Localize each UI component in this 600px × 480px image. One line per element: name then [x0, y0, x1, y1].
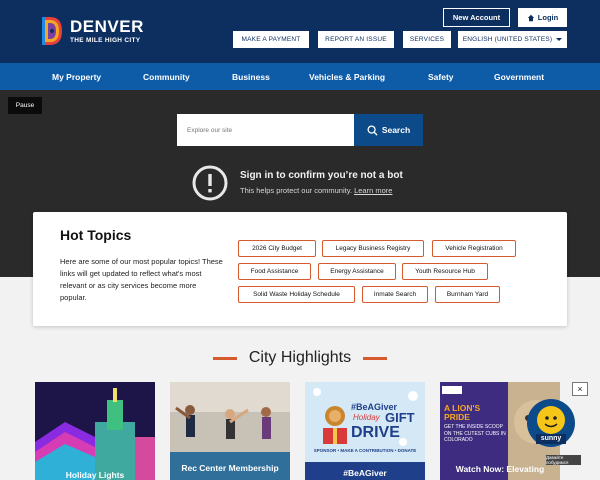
topic-chip[interactable]: Inmate Search — [362, 286, 428, 303]
bot-check-text: This helps protect our community. — [240, 186, 352, 195]
nav-my-property[interactable]: My Property — [52, 63, 101, 90]
search-button[interactable]: Search — [354, 114, 423, 146]
main-nav: My Property Community Business Vehicles … — [0, 63, 600, 90]
lion-subhead: GET THE INSIDE SCOOP ON THE CUTEST CUBS … — [444, 424, 506, 443]
topic-chip[interactable]: Legacy Business Registry — [322, 240, 424, 257]
nav-business[interactable]: Business — [232, 63, 270, 90]
highlight-tile-holiday-lights[interactable]: Holiday Lights — [35, 382, 155, 480]
gift-footer: SPONSOR • MAKE A CONTRIBUTION • DONATE — [313, 448, 417, 453]
logo-subtitle: THE MILE HIGH CITY — [70, 37, 141, 44]
topic-chip[interactable]: Food Assistance — [238, 263, 311, 280]
city-highlights-heading: City Highlights — [0, 349, 600, 367]
heading-dash — [212, 356, 237, 360]
search-input[interactable]: Explore our site — [177, 114, 354, 146]
warning-icon — [192, 165, 228, 201]
hot-topics-description: Here are some of our most popular topics… — [60, 257, 223, 302]
weather-widget[interactable]: sunny — [526, 398, 576, 448]
tile-label: Watch Now: Elevating — [455, 464, 545, 474]
search-button-label: Search — [381, 125, 411, 135]
denver-logo[interactable]: DENVER THE MILE HIGH CITY — [40, 15, 144, 47]
topic-chip[interactable]: Vehicle Registration — [432, 240, 516, 257]
topic-chip[interactable]: Solid Waste Holiday Schedule — [238, 286, 355, 303]
home-icon — [527, 14, 534, 21]
weather-tooltip: Давайте побудимся — [546, 455, 581, 465]
gift-tag-line4: DRIVE — [351, 424, 400, 441]
login-label: Login — [537, 13, 559, 22]
learn-more-link[interactable]: Learn more — [354, 186, 392, 195]
gift-tag-line3: GIFT — [385, 410, 415, 425]
services-link[interactable]: SERVICES — [403, 31, 451, 48]
holiday-lights-image — [35, 382, 155, 480]
search-icon — [367, 124, 378, 136]
heading-dash — [363, 356, 388, 360]
nav-government[interactable]: Government — [494, 63, 544, 90]
language-label: ENGLISH (UNITED STATES) — [462, 36, 553, 43]
new-account-button[interactable]: New Account — [443, 8, 510, 27]
lion-headline: A LION'S PRIDE — [444, 403, 481, 422]
logo-title: DENVER — [70, 17, 144, 36]
make-payment-link[interactable]: MAKE A PAYMENT — [233, 31, 309, 48]
report-issue-link[interactable]: REPORT AN ISSUE — [318, 31, 394, 48]
language-select[interactable]: ENGLISH (UNITED STATES) — [458, 31, 567, 48]
weather-condition: sunny — [540, 435, 562, 442]
close-icon[interactable]: × — [572, 382, 588, 396]
highlight-tile-rec-center[interactable]: Rec Center Membership — [170, 382, 290, 480]
highlight-tile-gift-drive[interactable]: #BeAGiver Holiday GIFT DRIVE SPONSOR • M… — [305, 382, 425, 480]
chevron-down-icon — [556, 38, 563, 41]
tile-label: #BeAGiver — [343, 468, 387, 478]
nav-community[interactable]: Community — [143, 63, 190, 90]
topic-chip[interactable]: Burnham Yard — [435, 286, 500, 303]
bot-check-subtitle: This helps protect our community. Learn … — [240, 186, 392, 195]
pause-button[interactable]: Pause — [8, 97, 42, 114]
hot-topics-title: Hot Topics — [60, 227, 132, 243]
city-highlights-title: City Highlights — [248, 349, 352, 366]
tile-label: Rec Center Membership — [181, 463, 279, 473]
site-header: DENVER THE MILE HIGH CITY New Account Lo… — [0, 0, 600, 63]
nav-safety[interactable]: Safety — [428, 63, 454, 90]
topic-chip[interactable]: Energy Assistance — [318, 263, 396, 280]
login-button[interactable]: Login — [518, 8, 567, 27]
nav-vehicles-parking[interactable]: Vehicles & Parking — [309, 63, 385, 90]
denver-logo-icon — [40, 15, 64, 47]
gift-tag-line2: Holiday — [353, 413, 380, 422]
topic-chip[interactable]: Youth Resource Hub — [402, 263, 488, 280]
bot-check-title: Sign in to confirm you’re not a bot — [240, 170, 403, 181]
topic-chip[interactable]: 2026 City Budget — [238, 240, 316, 257]
tile-label: Holiday Lights — [65, 470, 125, 480]
